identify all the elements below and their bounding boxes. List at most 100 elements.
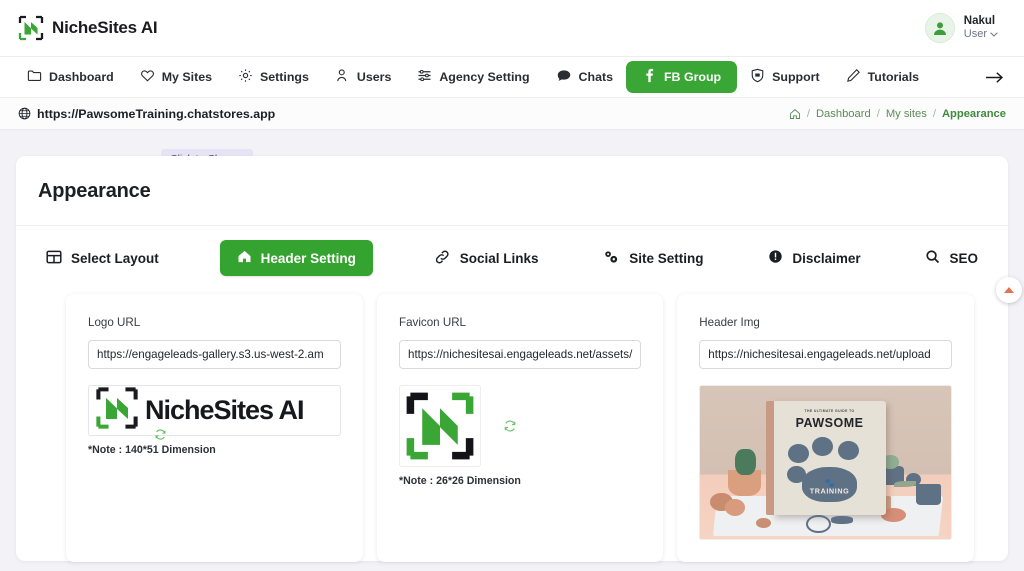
nav-item-settings[interactable]: Settings <box>225 62 322 92</box>
nav-label: Tutorials <box>867 70 920 84</box>
gears-icon <box>603 249 620 268</box>
chat-icon <box>556 68 572 86</box>
header-img-label: Header Img <box>699 316 760 329</box>
paw-toe <box>788 443 809 463</box>
logo-url-panel: Logo URL https://engageleads-gallery.s3.… <box>66 294 363 562</box>
main-nav: Dashboard My Sites Settings Users Agency… <box>0 56 1024 97</box>
logo-refresh-icon[interactable] <box>154 428 167 441</box>
grid-layout-icon <box>46 249 62 268</box>
favicon-dimension-note: *Note : 26*26 Dimension <box>399 475 521 487</box>
link-icon <box>434 249 451 268</box>
chevron-down-icon <box>990 32 998 37</box>
nav-label: Settings <box>260 70 309 84</box>
site-url[interactable]: https://PawsomeTraining.chatstores.app <box>18 107 275 121</box>
nav-item-dashboard[interactable]: Dashboard <box>14 62 127 92</box>
folder-icon <box>27 68 42 86</box>
cup-prop <box>916 483 942 506</box>
tab-label: Disclaimer <box>792 250 861 266</box>
nav-item-my-sites[interactable]: My Sites <box>127 62 225 92</box>
arrow-right-icon <box>986 71 1004 83</box>
header-img-preview[interactable]: THE ULTIMATE GUIDE TO PAWSOME 🐾 TRAINING <box>699 385 953 540</box>
tab-site-setting[interactable]: Site Setting <box>599 242 707 275</box>
breadcrumb-item-appearance[interactable]: Appearance <box>942 108 1006 120</box>
breadcrumb-separator: / <box>932 107 936 120</box>
tab-label: Site Setting <box>629 250 704 266</box>
appearance-tabs: Select Layout Header Setting Social Link… <box>16 226 1008 276</box>
logo-preview[interactable]: NicheSites AI <box>88 385 341 436</box>
tab-label: Select Layout <box>71 250 159 266</box>
tab-seo[interactable]: SEO <box>921 242 982 274</box>
nichesites-n-logo-icon <box>18 15 44 41</box>
user-icon <box>335 68 350 86</box>
user-menu[interactable]: Nakul User <box>924 13 1006 43</box>
facebook-icon <box>642 68 657 86</box>
app-page: NicheSites AI Nakul User Dashboard My Si… <box>0 0 1024 571</box>
favicon-url-label: Favicon URL <box>399 316 467 329</box>
user-avatar-icon <box>924 13 955 43</box>
header-setting-panels: Logo URL https://engageleads-gallery.s3.… <box>16 294 1008 562</box>
nav-label: Support <box>772 70 820 84</box>
nav-label: My Sites <box>161 70 212 84</box>
home-icon <box>237 249 252 267</box>
tab-label: Header Setting <box>260 250 356 266</box>
nav-item-chats[interactable]: Chats <box>543 62 626 92</box>
sliders-icon <box>417 68 432 86</box>
tab-disclaimer[interactable]: Disclaimer <box>764 242 864 274</box>
book-pad-label: TRAINING <box>809 486 850 496</box>
logo-url-label: Logo URL <box>88 316 141 329</box>
favicon-preview[interactable] <box>399 385 481 467</box>
bone-prop <box>830 516 854 524</box>
breadcrumb-item-dashboard[interactable]: Dashboard <box>816 108 871 120</box>
nav-label: FB Group <box>663 70 722 84</box>
tab-select-layout[interactable]: Select Layout <box>42 242 163 275</box>
nav-label: Dashboard <box>49 70 114 84</box>
toy-prop-front <box>755 517 771 529</box>
user-role: User <box>963 28 987 41</box>
scroll-to-top-button[interactable] <box>996 277 1022 303</box>
breadcrumb-separator: / <box>876 107 880 120</box>
user-role-row: User <box>964 28 998 41</box>
leaf-prop <box>893 480 917 487</box>
nav-more-button[interactable] <box>985 70 1010 85</box>
site-url-text: https://PawsomeTraining.chatstores.app <box>37 106 276 121</box>
user-name: Nakul <box>963 15 996 28</box>
nav-item-agency-setting[interactable]: Agency Setting <box>404 62 542 92</box>
nav-label: Chats <box>578 70 613 84</box>
gear-icon <box>238 68 253 86</box>
nav-label: Agency Setting <box>439 70 530 84</box>
globe-icon <box>18 107 31 120</box>
book-subtitle: THE ULTIMATE GUIDE TO <box>804 409 855 414</box>
favicon-preview-row <box>399 385 641 467</box>
paw-pad: 🐾 TRAINING <box>802 467 857 502</box>
nav-label: Users <box>356 70 392 84</box>
user-meta: Nakul User <box>964 15 998 41</box>
favicon-url-input[interactable]: https://nichesitesai.engageleads.net/ass… <box>399 340 642 369</box>
appearance-card: Appearance Select Layout Header Setting <box>16 156 1008 562</box>
header-img-input[interactable]: https://nichesitesai.engageleads.net/upl… <box>699 340 953 369</box>
breadcrumb-item-my-sites[interactable]: My sites <box>886 108 927 120</box>
nav-item-support[interactable]: Support <box>737 62 833 92</box>
nav-item-fb-group[interactable]: FB Group <box>625 61 738 93</box>
logo-dimension-note: *Note : 140*51 Dimension <box>88 444 216 456</box>
tab-header-setting[interactable]: Header Setting <box>219 240 373 276</box>
collar-prop <box>805 514 831 533</box>
tab-social-links[interactable]: Social Links <box>430 242 543 275</box>
info-circle-icon <box>768 249 783 267</box>
logo-url-input[interactable]: https://engageleads-gallery.s3.us-west-2… <box>88 340 341 369</box>
tab-label: Social Links <box>459 250 539 266</box>
brand-logo[interactable]: NicheSites AI <box>18 15 158 41</box>
nav-item-users[interactable]: Users <box>322 62 404 92</box>
logo-preview-text: NicheSites AI <box>145 395 305 425</box>
pencil-icon <box>846 68 861 86</box>
nichesites-n-logo-icon <box>95 386 139 435</box>
chevron-up-icon <box>1004 287 1014 293</box>
favicon-refresh-icon[interactable] <box>503 419 517 433</box>
paw-toe <box>812 436 833 456</box>
search-icon <box>925 249 940 267</box>
book-title: PAWSOME <box>795 416 864 430</box>
top-bar: NicheSites AI Nakul User <box>0 0 1024 56</box>
nav-item-tutorials[interactable]: Tutorials <box>833 62 932 92</box>
cactus-icon <box>735 448 756 475</box>
home-icon[interactable] <box>789 108 801 120</box>
tab-label: SEO <box>949 250 978 266</box>
